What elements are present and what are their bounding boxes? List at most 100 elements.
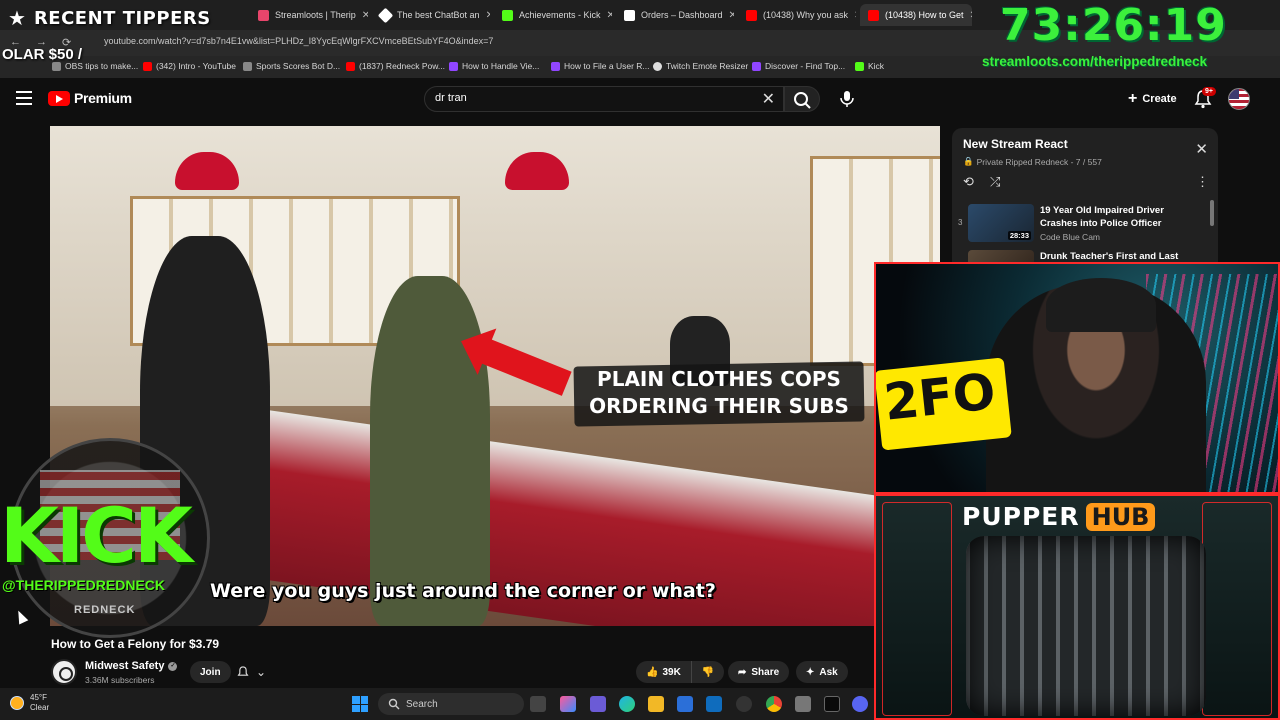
tab-kick-achievements[interactable]: Achievements - Kick ✕ — [494, 4, 612, 26]
channel-avatar[interactable] — [51, 659, 77, 685]
tab-youtube-why[interactable]: (10438) Why you ask ✕ — [738, 4, 856, 26]
twitch-icon — [449, 61, 458, 71]
loop-icon[interactable]: ⟲ — [963, 174, 974, 190]
bookmark-icon — [243, 61, 252, 71]
timer-url: streamloots.com/therippedredneck — [982, 54, 1208, 69]
sparkle-icon: ✦ — [806, 666, 815, 678]
create-label: Create — [1142, 93, 1177, 105]
join-button[interactable]: Join — [190, 661, 231, 683]
video-banner-text: PLAIN CLOTHES COPS ORDERING THEIR SUBS — [589, 367, 849, 418]
copilot-icon[interactable] — [560, 696, 576, 712]
bookmark-label: (1837) Redneck Pow... — [359, 61, 445, 71]
tab-label: Streamloots | Therip — [275, 10, 356, 20]
app-icon[interactable] — [795, 696, 811, 712]
outlook-icon[interactable] — [706, 696, 722, 712]
pupper-hub-title: PUPPER HUB — [962, 502, 1156, 531]
playlist-item-title: 19 Year Old Impaired Driver Crashes into… — [1040, 205, 1164, 229]
search-input[interactable] — [435, 92, 755, 104]
bookmark-label: Twitch Emote Resizer — [666, 61, 749, 71]
more-options-icon[interactable]: ⋮ — [1196, 174, 1209, 190]
url-field[interactable]: youtube.com/watch?v=d7sb7n4E1vw&list=PLH… — [104, 36, 493, 46]
bookmark-item[interactable]: Discover - Find Top... — [752, 61, 845, 71]
task-view-icon[interactable] — [530, 696, 546, 712]
taskbar-search[interactable]: Search — [378, 693, 524, 715]
tab-streamloots[interactable]: Streamloots | Therip ✕ — [250, 4, 368, 26]
sun-icon — [10, 696, 24, 710]
ask-label: Ask — [819, 666, 838, 678]
edge-icon[interactable] — [619, 696, 635, 712]
hamburger-menu-icon[interactable] — [16, 91, 32, 105]
youtube-play-icon — [48, 90, 70, 106]
bookmark-label: How to Handle Vie... — [462, 61, 540, 71]
subscribed-notify-button[interactable]: ⌄ — [236, 662, 266, 682]
logo-text: Premium — [74, 90, 132, 106]
microphone-icon[interactable] — [836, 88, 858, 110]
dislike-button[interactable]: 👎 — [692, 661, 724, 683]
create-button[interactable]: + Create — [1120, 87, 1185, 111]
tab-orders-dashboard[interactable]: Orders – Dashboard ✕ — [616, 4, 734, 26]
search-icon — [388, 698, 400, 710]
close-icon[interactable]: ✕ — [486, 10, 490, 21]
close-icon[interactable]: ✕ — [362, 10, 368, 21]
store-icon[interactable] — [677, 696, 693, 712]
discord-icon[interactable] — [852, 696, 868, 712]
youtube-icon — [143, 61, 152, 71]
youtube-logo[interactable]: Premium — [48, 90, 132, 106]
youtube-icon — [868, 9, 879, 21]
shuffle-icon[interactable]: ⤮ — [990, 174, 1000, 190]
verified-check-icon: ✓ — [168, 661, 178, 671]
chevron-down-icon: ⌄ — [256, 665, 267, 679]
bookmark-item[interactable]: Sports Scores Bot D... — [243, 61, 340, 71]
hub-label: HUB — [1085, 502, 1156, 531]
share-label: Share — [751, 666, 780, 678]
ask-button[interactable]: ✦ Ask — [796, 661, 848, 683]
video-caption: Were you guys just around the corner or … — [210, 580, 716, 602]
tab-chatbot[interactable]: The best ChatBot an ✕ — [372, 4, 490, 26]
weather-widget[interactable]: 45°F Clear — [10, 693, 49, 713]
pupper-label: PUPPER — [962, 502, 1080, 531]
chrome-icon[interactable] — [766, 696, 782, 712]
tab-label: Achievements - Kick — [519, 10, 601, 20]
playlist-item[interactable]: 3 28:33 19 Year Old Impaired Driver Cras… — [952, 204, 1218, 248]
webcam-overlay: 2FO — [874, 262, 1280, 494]
streamloots-icon — [258, 9, 269, 21]
thumbs-down-icon: 👎 — [701, 666, 715, 678]
duration-label: 28:33 — [1007, 231, 1031, 240]
chatbot-icon — [377, 7, 394, 23]
close-icon[interactable]: ✕ — [1195, 140, 1208, 158]
terminal-icon[interactable] — [824, 696, 840, 712]
close-icon[interactable]: ✕ — [607, 10, 612, 21]
recent-tippers-widget: ★ RECENT TIPPERS — [8, 6, 211, 31]
channel-name[interactable]: Midwest Safety ✓ — [85, 660, 178, 672]
share-button[interactable]: ➦ Share — [728, 661, 790, 683]
playlist-panel: New Stream React 🔒 Private Ripped Rednec… — [952, 128, 1218, 268]
playlist-title[interactable]: New Stream React — [963, 137, 1068, 151]
bookmark-item[interactable]: Twitch Emote Resizer — [653, 61, 748, 71]
bookmark-item[interactable]: Kick — [855, 61, 884, 71]
playlist-subtitle-text: Private Ripped Redneck - 7 / 557 — [976, 156, 1102, 167]
temperature: 45°F — [30, 693, 47, 702]
windows-start-icon[interactable] — [352, 696, 368, 712]
weather-text: 45°F Clear — [30, 693, 49, 713]
bookmark-item[interactable]: (1837) Redneck Pow... — [346, 61, 445, 71]
search-button[interactable] — [784, 86, 820, 112]
bookmark-label: How to File a User R... — [564, 61, 650, 71]
teams-icon[interactable] — [590, 696, 606, 712]
clear-search-icon[interactable]: ✕ — [762, 89, 775, 109]
close-icon[interactable]: ✕ — [854, 10, 856, 21]
file-explorer-icon[interactable] — [648, 696, 664, 712]
streamer-hat — [1046, 278, 1156, 332]
playlist-scrollbar[interactable] — [1210, 200, 1214, 226]
user-avatar[interactable] — [1228, 88, 1250, 110]
bookmark-item[interactable]: How to File a User R... — [551, 61, 650, 71]
playlist-thumbnail: 28:33 — [968, 204, 1034, 242]
close-icon[interactable]: ✕ — [729, 10, 734, 21]
obs-icon[interactable] — [736, 696, 752, 712]
bookmark-item[interactable]: How to Handle Vie... — [449, 61, 539, 71]
like-button[interactable]: 👍 39K — [636, 661, 692, 683]
tab-youtube-active[interactable]: (10438) How to Get ✕ — [860, 4, 972, 26]
bookmark-item[interactable]: (342) Intro - YouTube — [143, 61, 236, 71]
close-icon[interactable]: ✕ — [970, 10, 972, 21]
redneck-label: REDNECK — [74, 604, 136, 616]
globe-icon — [653, 61, 662, 71]
